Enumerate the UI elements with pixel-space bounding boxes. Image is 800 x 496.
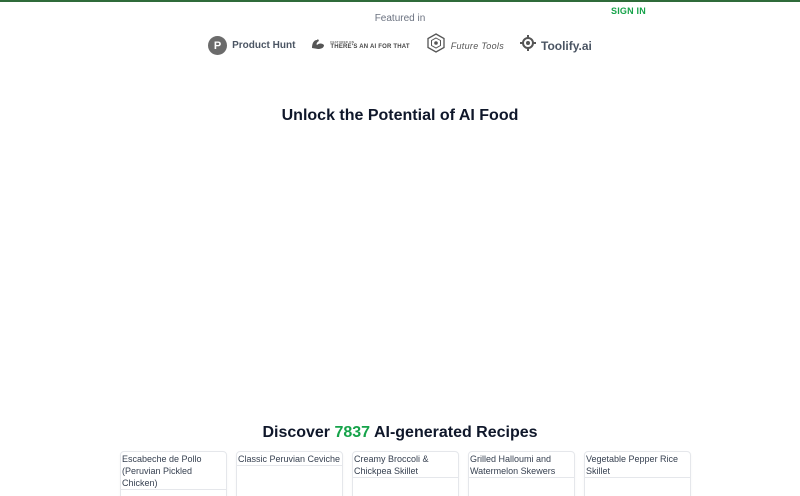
recipe-card[interactable]: Vegetable Pepper Rice Skillet <box>584 451 691 496</box>
recipe-count: 7837 <box>334 424 371 441</box>
product-hunt-logo[interactable]: P Product Hunt <box>208 36 295 55</box>
gear-icon <box>520 35 536 56</box>
top-border <box>0 0 800 2</box>
hero-title: Unlock the Potential of AI Food <box>281 107 519 124</box>
featured-logos: P Product Hunt FEATURED ON THERE'S AN AI… <box>0 33 800 58</box>
recipe-image: Creamy Broccoli & Chickpea Skillet <box>353 452 458 478</box>
product-hunt-label: Product Hunt <box>232 40 296 51</box>
discover-suffix: AI-generated Recipes <box>373 424 538 441</box>
recipe-image-alt: Creamy Broccoli & Chickpea Skillet <box>354 454 429 476</box>
recipe-image-alt: Grilled Halloumi and Watermelon Skewers <box>470 454 556 476</box>
discover-heading: Discover 7837 AI-generated Recipes <box>0 424 800 442</box>
recipe-card[interactable]: Escabeche de Pollo (Peruvian Pickled Chi… <box>120 451 227 496</box>
recipe-image-alt: Classic Peruvian Ceviche <box>238 454 341 464</box>
recipe-image-alt: Escabeche de Pollo (Peruvian Pickled Chi… <box>122 454 202 488</box>
toolify-logo[interactable]: Toolify.ai <box>520 35 592 56</box>
flexed-arm-icon <box>311 37 325 55</box>
recipe-card[interactable]: Classic Peruvian Ceviche <box>236 451 343 496</box>
featured-in-label: Featured in <box>374 13 426 24</box>
taaft-logo[interactable]: FEATURED ON THERE'S AN AI FOR THAT <box>311 37 410 55</box>
recipe-image: Grilled Halloumi and Watermelon Skewers <box>469 452 574 478</box>
recipe-image-alt: Vegetable Pepper Rice Skillet <box>586 454 679 476</box>
recipe-image: Classic Peruvian Ceviche <box>237 452 342 466</box>
recipe-image: Escabeche de Pollo (Peruvian Pickled Chi… <box>121 452 226 490</box>
toolify-label: Toolify.ai <box>541 38 592 53</box>
future-tools-label: Future Tools <box>450 40 504 51</box>
future-tools-logo[interactable]: Future Tools <box>426 33 504 58</box>
recipe-image: Vegetable Pepper Rice Skillet <box>585 452 690 478</box>
recipe-card-list: Escabeche de Pollo (Peruvian Pickled Chi… <box>120 451 691 496</box>
product-hunt-icon: P <box>208 36 228 55</box>
future-tools-icon <box>426 33 446 58</box>
taaft-label: THERE'S AN AI FOR THAT <box>330 44 410 50</box>
discover-prefix: Discover <box>262 424 331 441</box>
recipe-card[interactable]: Grilled Halloumi and Watermelon Skewers <box>468 451 575 496</box>
recipe-card[interactable]: Creamy Broccoli & Chickpea Skillet <box>352 451 459 496</box>
